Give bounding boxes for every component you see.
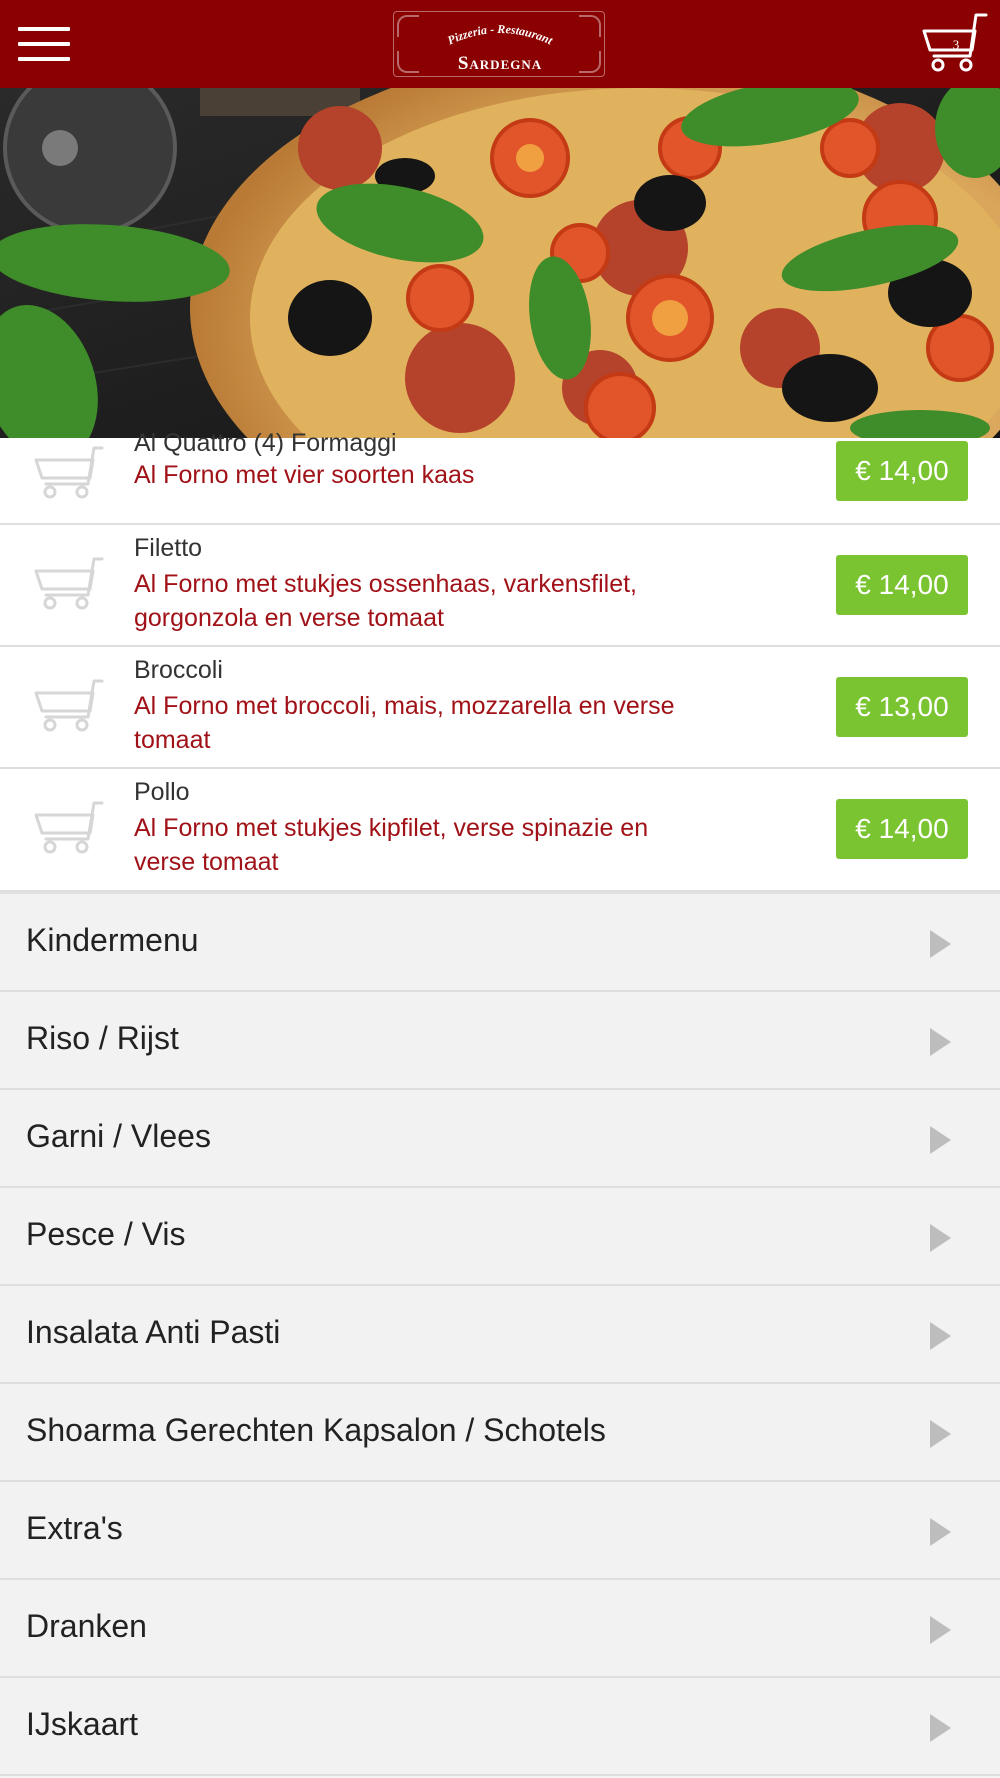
add-to-cart-icon[interactable]	[32, 799, 104, 855]
add-to-cart-icon[interactable]	[32, 677, 104, 733]
product-row[interactable]: Broccoli Al Forno met broccoli, mais, mo…	[0, 647, 1000, 769]
svg-text:Pizzeria - Restaurant: Pizzeria - Restaurant	[445, 22, 555, 48]
category-riso-rijst[interactable]: Riso / Rijst	[0, 992, 1000, 1090]
category-label: Dranken	[26, 1608, 147, 1644]
product-description: Al Forno met broccoli, mais, mozzarella …	[134, 692, 675, 754]
category-ijskaart[interactable]: IJskaart	[0, 1678, 1000, 1776]
category-insalata-anti-pasti[interactable]: Insalata Anti Pasti	[0, 1286, 1000, 1384]
chevron-right-icon	[930, 1126, 951, 1154]
product-name: Broccoli	[134, 656, 223, 684]
restaurant-logo[interactable]: Pizzeria - Restaurant Sardegna	[393, 11, 605, 77]
chevron-right-icon	[930, 1714, 951, 1742]
cart-button[interactable]: 3	[920, 12, 990, 74]
hero-pizza-image	[0, 88, 1000, 438]
logo-name-text: Sardegna	[458, 53, 542, 74]
category-kindermenu[interactable]: Kindermenu	[0, 894, 1000, 992]
menu-icon[interactable]	[18, 24, 70, 64]
category-extras[interactable]: Extra's	[0, 1482, 1000, 1580]
product-name: Filetto	[134, 534, 203, 562]
chevron-right-icon	[930, 1322, 951, 1350]
product-name: Al Quattro (4) Formaggi	[134, 429, 397, 457]
product-description: Al Forno met stukjes kipfilet, verse spi…	[134, 814, 649, 876]
category-label: Extra's	[26, 1510, 123, 1546]
chevron-right-icon	[930, 930, 951, 958]
chevron-right-icon	[930, 1616, 951, 1644]
add-to-cart-icon[interactable]	[32, 555, 104, 611]
product-row[interactable]: Al Quattro (4) Formaggi Al Forno met vie…	[0, 429, 1000, 525]
product-description: Al Forno met vier soorten kaas	[134, 461, 475, 489]
category-list: Kindermenu Riso / Rijst Garni / Vlees Pe…	[0, 892, 1000, 1778]
category-label: Kindermenu	[26, 922, 199, 958]
product-name: Pollo	[134, 778, 190, 806]
logo-top-text: Pizzeria - Restaurant	[445, 22, 555, 48]
app-header: Pizzeria - Restaurant Sardegna 3	[0, 0, 1000, 88]
price-button[interactable]: € 14,00	[836, 799, 968, 859]
product-description: Al Forno met stukjes ossenhaas, varkensf…	[134, 570, 638, 632]
category-label: Insalata Anti Pasti	[26, 1314, 281, 1350]
chevron-right-icon	[930, 1518, 951, 1546]
cart-count-badge: 3	[952, 37, 960, 52]
category-label: Garni / Vlees	[26, 1118, 211, 1154]
category-label: Shoarma Gerechten Kapsalon / Schotels	[26, 1412, 606, 1448]
category-dranken[interactable]: Dranken	[0, 1580, 1000, 1678]
category-shoarma[interactable]: Shoarma Gerechten Kapsalon / Schotels	[0, 1384, 1000, 1482]
chevron-right-icon	[930, 1224, 951, 1252]
category-label: Pesce / Vis	[26, 1216, 186, 1252]
category-garni-vlees[interactable]: Garni / Vlees	[0, 1090, 1000, 1188]
price-button[interactable]: € 13,00	[836, 677, 968, 737]
price-button[interactable]: € 14,00	[836, 555, 968, 615]
product-row[interactable]: Pollo Al Forno met stukjes kipfilet, ver…	[0, 769, 1000, 892]
chevron-right-icon	[930, 1028, 951, 1056]
category-pesce-vis[interactable]: Pesce / Vis	[0, 1188, 1000, 1286]
chevron-right-icon	[930, 1420, 951, 1448]
add-to-cart-icon[interactable]	[32, 444, 104, 500]
category-label: Riso / Rijst	[26, 1020, 179, 1056]
product-row[interactable]: Filetto Al Forno met stukjes ossenhaas, …	[0, 525, 1000, 647]
category-label: IJskaart	[26, 1706, 139, 1742]
price-button[interactable]: € 14,00	[836, 441, 968, 501]
